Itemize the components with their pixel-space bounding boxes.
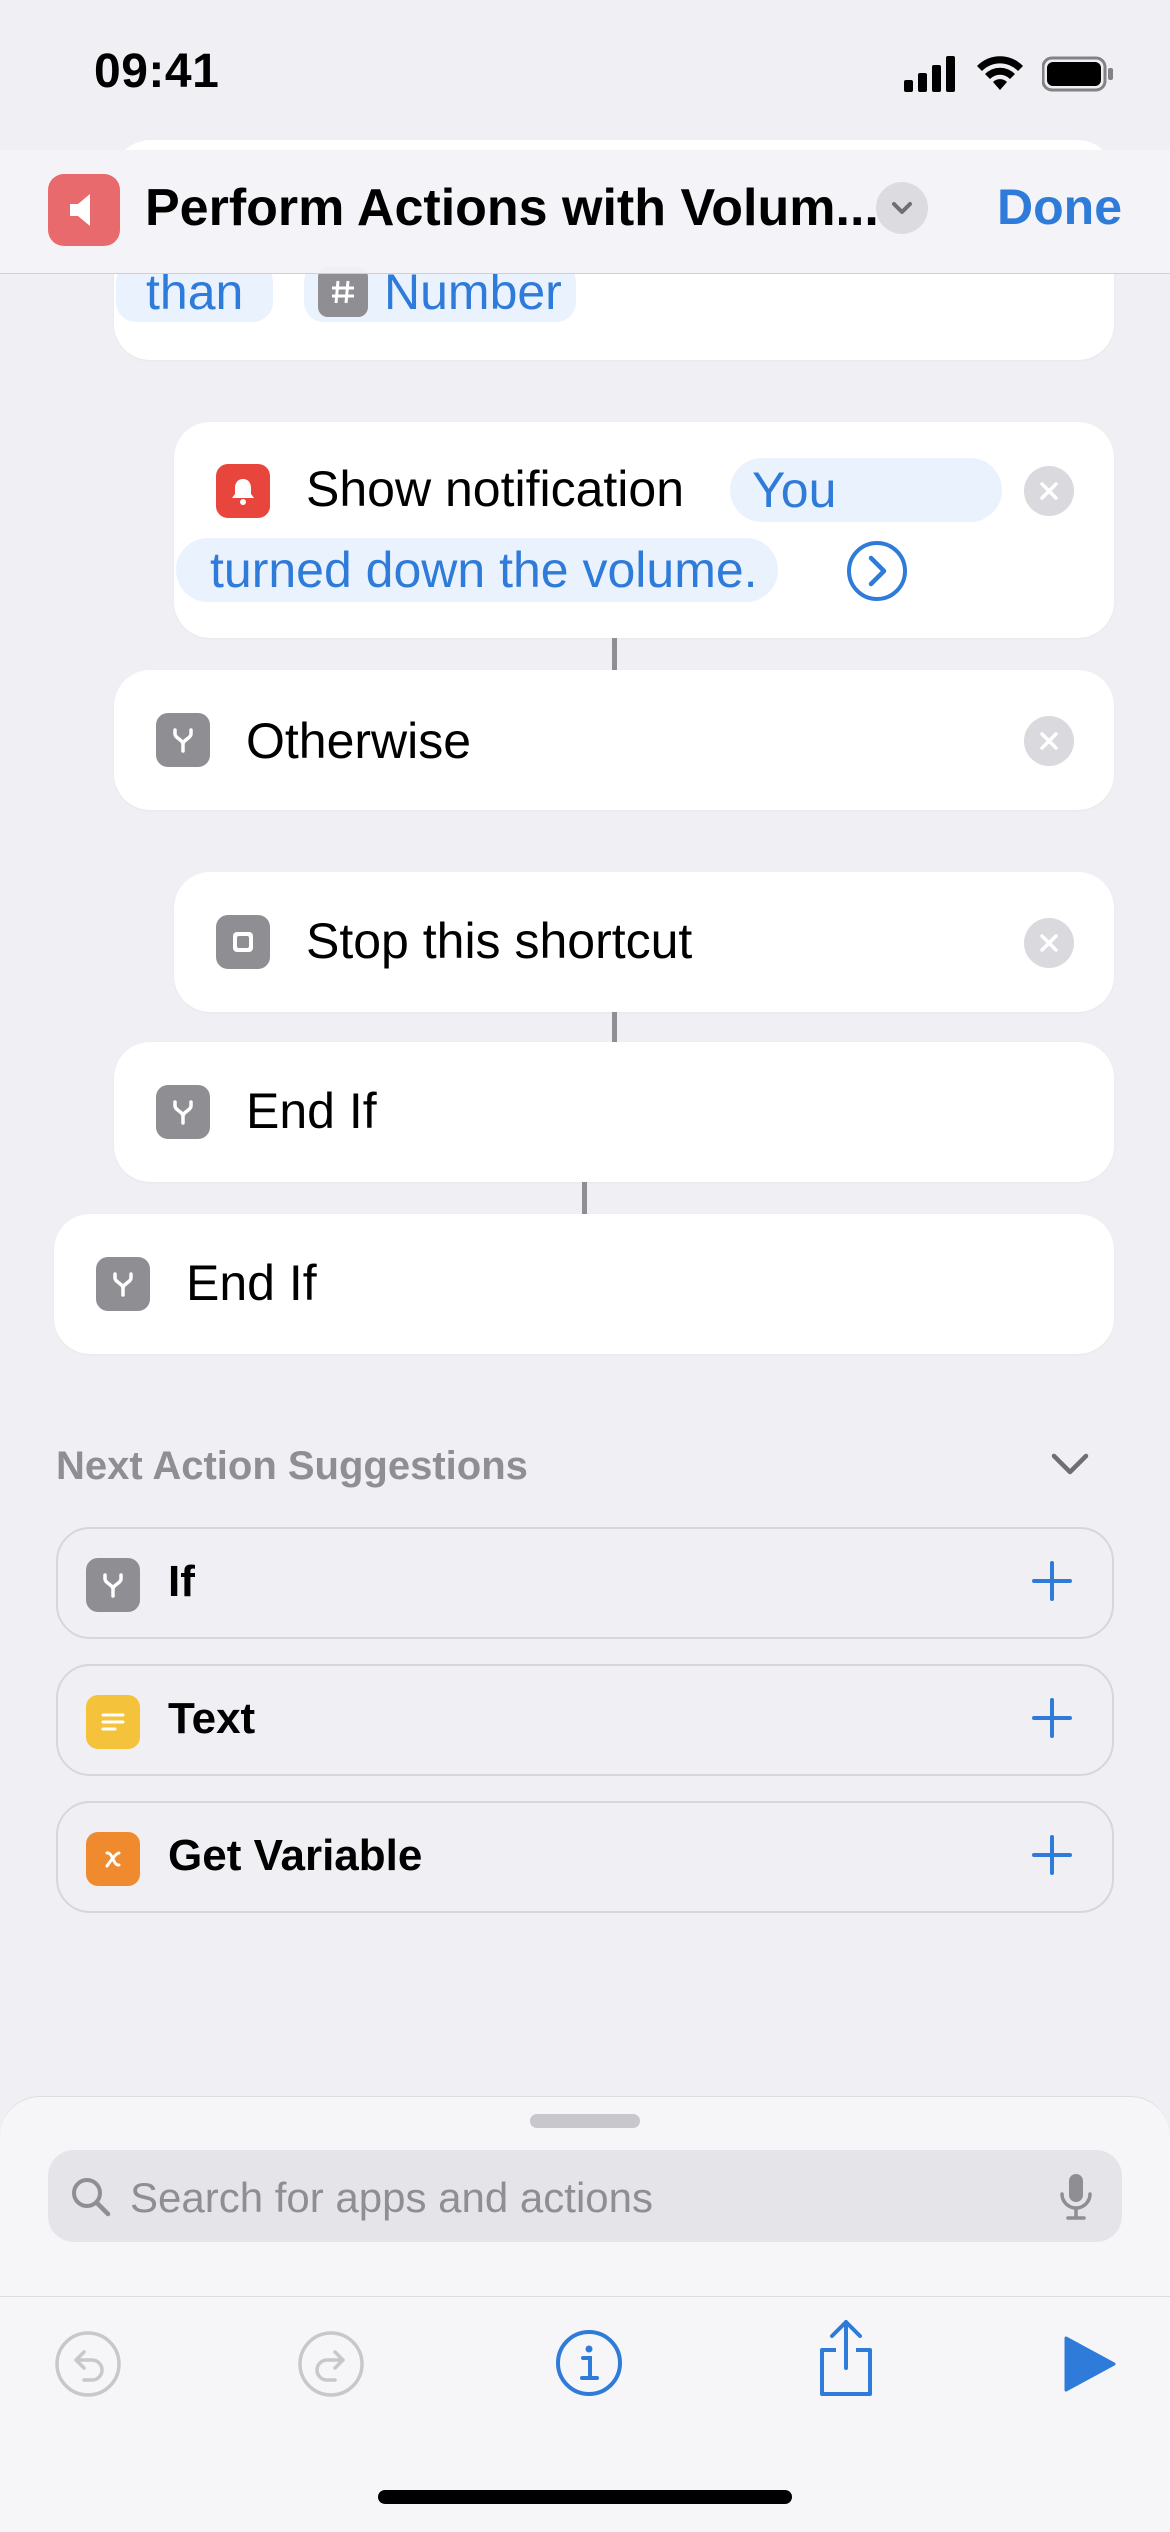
branch-icon [156, 1085, 210, 1139]
flow-connector [612, 1012, 617, 1042]
suggestion-get-variable[interactable]: Get Variable [56, 1801, 1114, 1913]
collapse-suggestions-chevron-icon[interactable] [1050, 1450, 1090, 1483]
add-icon[interactable] [1026, 1692, 1078, 1749]
suggestion-label: If [168, 1557, 195, 1606]
end-if-inner-label: End If [246, 1083, 377, 1139]
suggestion-text[interactable]: Text [56, 1664, 1114, 1776]
number-hash-icon [318, 267, 368, 317]
suggestion-label: Get Variable [168, 1831, 423, 1880]
sheet-grabber[interactable] [530, 2114, 640, 2128]
branch-icon [86, 1558, 140, 1612]
search-input[interactable]: Search for apps and actions [130, 2174, 653, 2222]
flow-connector [612, 638, 617, 670]
share-icon[interactable] [814, 2318, 878, 2403]
wifi-icon [977, 56, 1023, 90]
notification-bell-icon [216, 464, 270, 518]
variable-x-icon [86, 1832, 140, 1886]
battery-icon [1042, 56, 1113, 92]
show-notification-label: Show notification [306, 461, 685, 517]
text-lines-icon [86, 1695, 140, 1749]
notification-body-token-line1[interactable]: You [730, 458, 1002, 522]
add-icon[interactable] [1026, 1829, 1078, 1886]
search-icon [70, 2176, 112, 2223]
show-notification-action[interactable] [174, 422, 1114, 638]
cellular-signal-icon [904, 56, 955, 92]
otherwise-label: Otherwise [246, 713, 472, 769]
add-icon[interactable] [1026, 1555, 1078, 1612]
status-icons [904, 54, 1114, 94]
play-icon[interactable] [1062, 2334, 1118, 2399]
toolbar-divider [0, 2296, 1170, 2297]
flow-connector [582, 1182, 587, 1214]
suggestion-if[interactable]: If [56, 1527, 1114, 1639]
suggestion-label: Text [168, 1694, 256, 1743]
branch-icon [96, 1257, 150, 1311]
remove-otherwise-button[interactable] [1024, 716, 1074, 766]
remove-show-notification-button[interactable] [1024, 466, 1074, 516]
branch-icon [156, 713, 210, 767]
stop-shortcut-label: Stop this shortcut [306, 913, 693, 969]
undo-icon[interactable] [54, 2330, 122, 2403]
shortcut-title[interactable]: Perform Actions with Volum... [145, 178, 879, 238]
speaker-icon[interactable] [48, 174, 120, 246]
title-menu-chevron-icon[interactable] [876, 182, 928, 234]
status-time: 09:41 [94, 45, 220, 98]
end-if-outer-label: End If [186, 1255, 317, 1311]
home-indicator [378, 2490, 792, 2504]
suggestions-header: Next Action Suggestions [56, 1444, 528, 1488]
done-button[interactable]: Done [997, 178, 1122, 236]
stop-square-icon [216, 915, 270, 969]
info-icon[interactable] [554, 2328, 624, 2403]
remove-stop-shortcut-button[interactable] [1024, 918, 1074, 968]
expand-parameters-chevron-icon[interactable] [846, 540, 908, 607]
redo-icon[interactable] [297, 2330, 365, 2403]
notification-body-token-line2[interactable]: turned down the volume. [176, 538, 778, 602]
microphone-icon[interactable] [1058, 2172, 1094, 2227]
